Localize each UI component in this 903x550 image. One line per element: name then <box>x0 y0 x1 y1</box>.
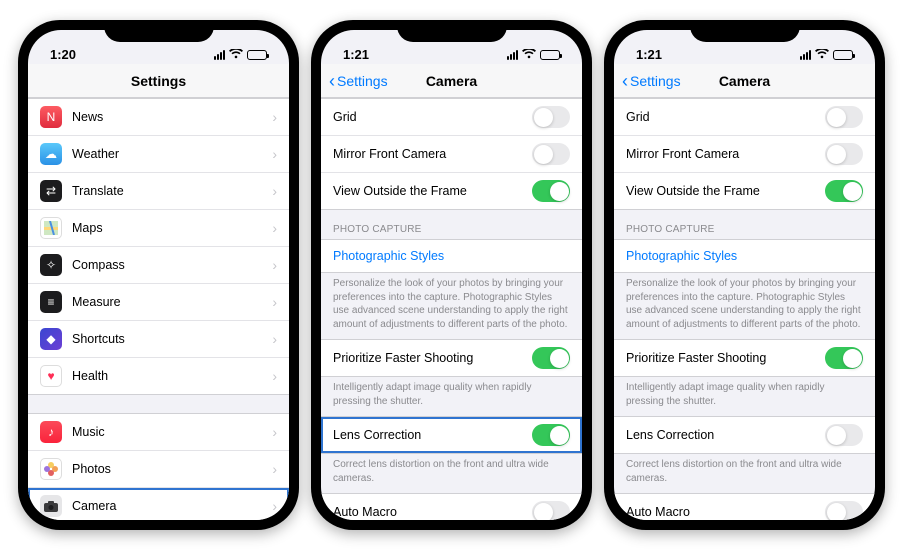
cellular-signal-icon <box>800 50 811 60</box>
wifi-icon <box>229 48 243 62</box>
cellular-signal-icon <box>507 50 518 60</box>
footer-prioritize: Intelligently adapt image quality when r… <box>614 377 875 416</box>
section-photo-capture: PHOTO CAPTURE <box>614 210 875 239</box>
settings-row-music[interactable]: ♪Music› <box>28 414 289 450</box>
row-grid[interactable]: Grid <box>321 99 582 135</box>
chevron-left-icon: ‹ <box>622 72 628 90</box>
row-auto-macro[interactable]: Auto Macro <box>614 494 875 520</box>
chevron-right-icon: › <box>272 146 277 162</box>
row-mirror-front[interactable]: Mirror Front Camera <box>614 135 875 172</box>
cellular-signal-icon <box>214 50 225 60</box>
settings-row-health[interactable]: ♥Health› <box>28 357 289 394</box>
nav-bar: ‹Settings Camera <box>614 64 875 98</box>
nav-bar: Settings <box>28 64 289 98</box>
maps-icon <box>40 217 62 239</box>
chevron-right-icon: › <box>272 294 277 310</box>
page-title: Settings <box>131 73 186 89</box>
health-icon: ♥ <box>40 365 62 387</box>
chevron-left-icon: ‹ <box>329 72 335 90</box>
row-view-outside-frame[interactable]: View Outside the Frame <box>321 172 582 209</box>
chevron-right-icon: › <box>272 183 277 199</box>
toggle-prioritize-faster[interactable] <box>532 347 570 369</box>
toggle-auto-macro[interactable] <box>825 501 863 520</box>
toggle-prioritize-faster[interactable] <box>825 347 863 369</box>
wifi-icon <box>815 48 829 62</box>
notch <box>690 20 800 42</box>
translate-icon: ⇄ <box>40 180 62 202</box>
row-view-outside-frame[interactable]: View Outside the Frame <box>614 172 875 209</box>
back-button[interactable]: ‹Settings <box>329 72 388 90</box>
chevron-right-icon: › <box>272 498 277 514</box>
music-icon: ♪ <box>40 421 62 443</box>
settings-row-photos[interactable]: Photos› <box>28 450 289 487</box>
phone-camera-lens-on: 1:21 ‹Settings Camera Grid Mirror Front … <box>311 20 592 530</box>
settings-row-news[interactable]: NNews› <box>28 99 289 135</box>
settings-row-camera[interactable]: Camera› <box>28 487 289 520</box>
row-lens-correction[interactable]: Lens Correction <box>321 417 582 453</box>
phone-camera-lens-off: 1:21 ‹Settings Camera Grid Mirror Front … <box>604 20 885 530</box>
row-lens-correction[interactable]: Lens Correction <box>614 417 875 453</box>
footer-lens: Correct lens distortion on the front and… <box>321 454 582 493</box>
settings-row-weather[interactable]: ☁Weather› <box>28 135 289 172</box>
news-icon: N <box>40 106 62 128</box>
footer-styles: Personalize the look of your photos by b… <box>614 273 875 339</box>
photos-icon <box>40 458 62 480</box>
battery-icon <box>247 50 267 60</box>
footer-styles: Personalize the look of your photos by b… <box>321 273 582 339</box>
footer-lens: Correct lens distortion on the front and… <box>614 454 875 493</box>
chevron-right-icon: › <box>272 368 277 384</box>
toggle-view-outside-frame[interactable] <box>825 180 863 202</box>
chevron-right-icon: › <box>272 331 277 347</box>
toggle-grid[interactable] <box>825 106 863 128</box>
phone-settings: 1:20 Settings NNews› ☁Weather› ⇄Translat… <box>18 20 299 530</box>
chevron-right-icon: › <box>272 257 277 273</box>
settings-row-compass[interactable]: ✧Compass› <box>28 246 289 283</box>
toggle-lens-correction[interactable] <box>825 424 863 446</box>
toggle-mirror-front[interactable] <box>825 143 863 165</box>
back-button[interactable]: ‹Settings <box>622 72 681 90</box>
settings-row-translate[interactable]: ⇄Translate› <box>28 172 289 209</box>
chevron-right-icon: › <box>272 220 277 236</box>
nav-bar: ‹Settings Camera <box>321 64 582 98</box>
measure-icon: ≡ <box>40 291 62 313</box>
row-prioritize-faster[interactable]: Prioritize Faster Shooting <box>321 340 582 376</box>
chevron-right-icon: › <box>272 461 277 477</box>
chevron-right-icon: › <box>272 424 277 440</box>
notch <box>397 20 507 42</box>
toggle-mirror-front[interactable] <box>532 143 570 165</box>
row-photographic-styles[interactable]: Photographic Styles <box>614 240 875 272</box>
weather-icon: ☁ <box>40 143 62 165</box>
toggle-auto-macro[interactable] <box>532 501 570 520</box>
wifi-icon <box>522 48 536 62</box>
clock: 1:21 <box>636 47 662 62</box>
footer-prioritize: Intelligently adapt image quality when r… <box>321 377 582 416</box>
page-title: Camera <box>426 73 477 89</box>
camera-icon <box>40 495 62 517</box>
notch <box>104 20 214 42</box>
compass-icon: ✧ <box>40 254 62 276</box>
toggle-grid[interactable] <box>532 106 570 128</box>
settings-row-maps[interactable]: Maps› <box>28 209 289 246</box>
battery-icon <box>833 50 853 60</box>
page-title: Camera <box>719 73 770 89</box>
settings-row-measure[interactable]: ≡Measure› <box>28 283 289 320</box>
shortcuts-icon: ◆ <box>40 328 62 350</box>
row-photographic-styles[interactable]: Photographic Styles <box>321 240 582 272</box>
clock: 1:21 <box>343 47 369 62</box>
row-mirror-front[interactable]: Mirror Front Camera <box>321 135 582 172</box>
row-prioritize-faster[interactable]: Prioritize Faster Shooting <box>614 340 875 376</box>
settings-row-shortcuts[interactable]: ◆Shortcuts› <box>28 320 289 357</box>
chevron-right-icon: › <box>272 109 277 125</box>
row-grid[interactable]: Grid <box>614 99 875 135</box>
battery-icon <box>540 50 560 60</box>
section-photo-capture: PHOTO CAPTURE <box>321 210 582 239</box>
clock: 1:20 <box>50 47 76 62</box>
row-auto-macro[interactable]: Auto Macro <box>321 494 582 520</box>
toggle-view-outside-frame[interactable] <box>532 180 570 202</box>
toggle-lens-correction[interactable] <box>532 424 570 446</box>
